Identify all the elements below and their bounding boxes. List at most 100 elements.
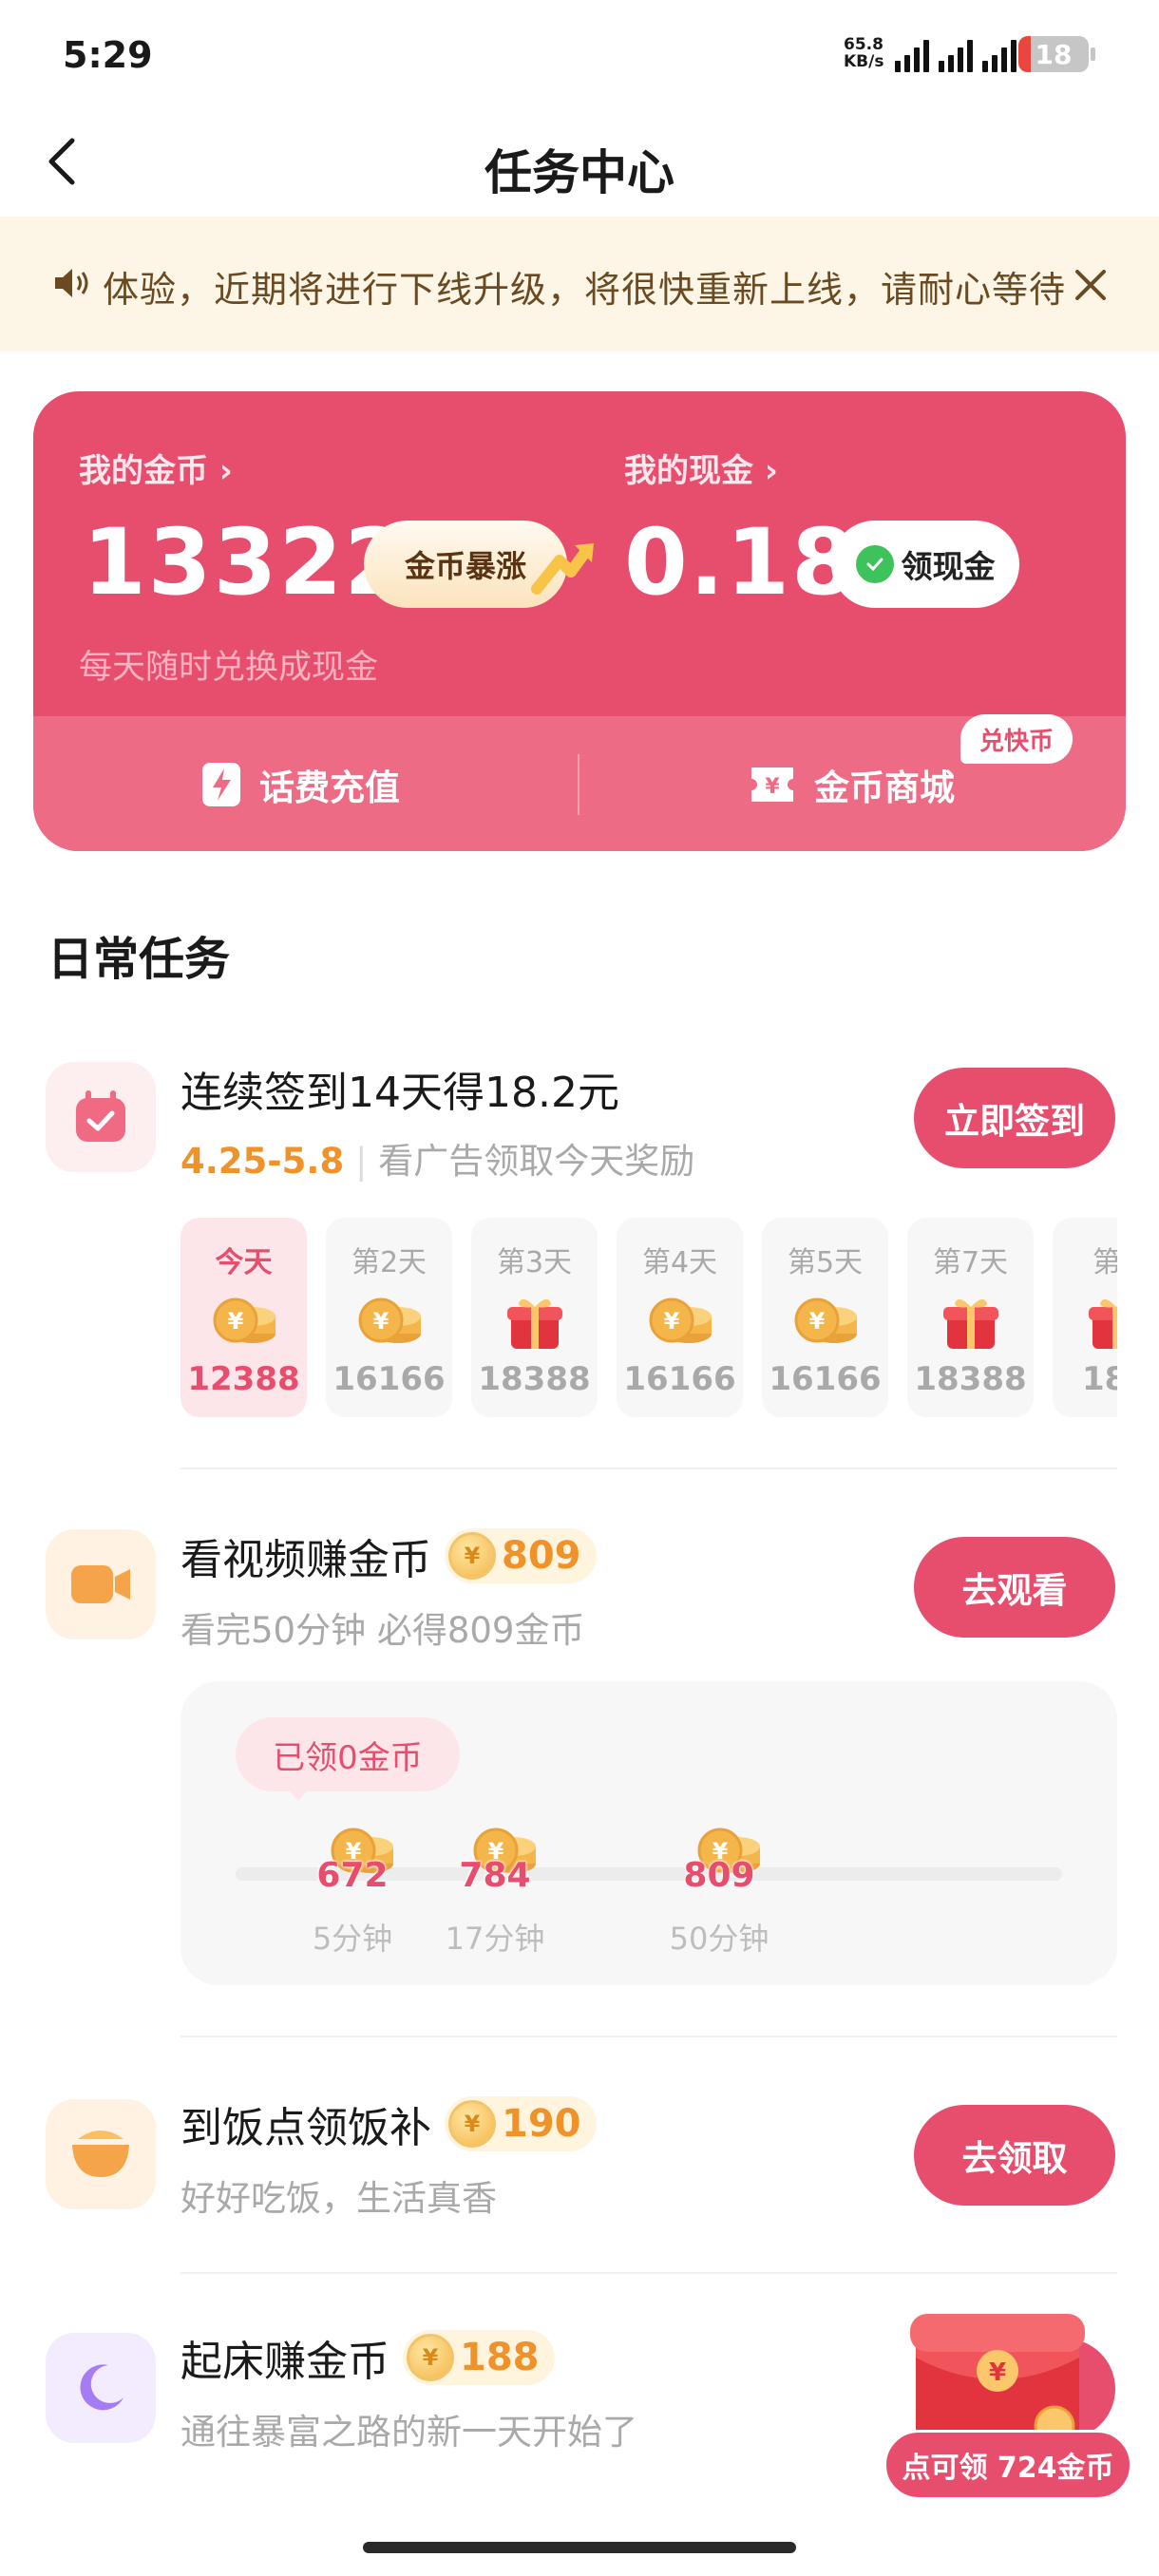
checkin-day-card: 第3天 18388 (471, 1218, 598, 1417)
svg-text:¥: ¥ (664, 1308, 680, 1335)
video-subtitle: 看完50分钟 必得809金币 (180, 1610, 585, 1651)
claim-cash-button[interactable]: 领现金 (831, 521, 1019, 608)
checkin-day-label: 第2天 (351, 1246, 428, 1279)
phone-recharge-button[interactable]: 话费充值 (200, 754, 400, 815)
wallet-card: 我的金币 › 13322 金币暴涨 我的现金 › 0.18 领现金 每天随时兑换… (33, 391, 1126, 851)
checkin-day-card: 第4天 ¥16166 (617, 1218, 743, 1417)
meal-title: 到饭点领饭补 (180, 2104, 431, 2152)
video-camera-icon (71, 1565, 130, 1603)
svg-text:¥: ¥ (765, 775, 780, 799)
divider (180, 2036, 1117, 2037)
checkin-day-value: 18388 (478, 1360, 591, 1398)
checkin-day-card: 第5天 ¥16166 (762, 1218, 888, 1417)
lightning-icon (202, 763, 240, 806)
chevron-right-icon: › (764, 452, 778, 490)
checkin-day-value: 18388 (914, 1360, 1027, 1398)
video-title-row: 看视频赚金币 ¥809 (180, 1525, 597, 1586)
checkin-day-label: 第1 (1092, 1246, 1117, 1279)
gift-icon (936, 1292, 1006, 1351)
network-speed-value: 65.8 (844, 35, 884, 54)
svg-text:¥: ¥ (373, 1308, 390, 1335)
checkin-subtitle: 4.25-5.8 | 看广告领取今天奖励 (180, 1141, 695, 1182)
moon-icon (80, 2364, 124, 2411)
my-cash-link[interactable]: 我的现金 › (624, 445, 778, 491)
floating-reward-label: 点可领 724金币 (884, 2430, 1132, 2500)
home-indicator[interactable] (363, 2542, 796, 2553)
mall-badge: 兑快币 (960, 714, 1073, 764)
checkin-day-label: 第4天 (641, 1246, 718, 1279)
claimed-bubble: 已领0金币 (236, 1717, 460, 1791)
svg-text:¥: ¥ (809, 1308, 826, 1335)
wake-reward-tag: ¥188 (403, 2330, 555, 2385)
checkin-title: 连续签到14天得18.2元 (180, 1069, 619, 1117)
floating-reward[interactable]: ¥ 点可领 724金币 (874, 2287, 1140, 2506)
checkin-subtitle-text: 看广告领取今天奖励 (378, 1141, 695, 1182)
video-task-icon (46, 1529, 156, 1639)
page-title: 任务中心 (484, 145, 674, 200)
checkin-day-value: 16166 (623, 1360, 736, 1398)
wechat-icon (855, 545, 894, 583)
network-speed-unit: KB/s (844, 52, 884, 71)
checkin-task-icon (46, 1062, 156, 1172)
rice-bowl-icon (72, 2131, 129, 2177)
wake-title-row: 起床赚金币 ¥188 (180, 2327, 555, 2388)
notice-text: 体验，近期将进行下线升级，将很快重新上线，请耐心等待 (103, 269, 1067, 311)
checkin-day-card: 今天 ¥12388 (180, 1218, 307, 1417)
meal-subtitle: 好好吃饭，生活真香 (180, 2178, 497, 2219)
wake-reward: 188 (460, 2336, 540, 2379)
arrow-up-icon (531, 543, 594, 595)
milestone-time: 5分钟 (312, 1921, 393, 1957)
claim-meal-button[interactable]: 去领取 (914, 2105, 1115, 2206)
my-coins-label: 我的金币 (79, 452, 208, 490)
checkin-day-label: 第5天 (787, 1246, 864, 1279)
checkin-days: 今天 ¥12388 第2天 ¥16166 第3天 18388 第4天 ¥16166 第5天 ¥16… (180, 1218, 1117, 1417)
network-speed: 65.8 KB/s (844, 36, 891, 70)
divider (180, 1468, 1117, 1469)
checkin-day-value: 183 (1082, 1360, 1117, 1398)
wallet-hint: 每天随时兑换成现金 (79, 649, 379, 687)
divider (578, 754, 580, 815)
checkin-day-label: 今天 (215, 1246, 273, 1279)
meal-task-icon (46, 2099, 156, 2209)
coins-value: 13322 (83, 509, 409, 616)
my-cash-label: 我的现金 (624, 452, 753, 490)
milestone-value: 672 (316, 1856, 389, 1895)
gift-icon (1081, 1292, 1117, 1351)
battery-level: 18 (1035, 39, 1073, 70)
close-icon[interactable] (1068, 262, 1113, 308)
meal-title-row: 到饭点领饭补 ¥190 (180, 2093, 597, 2154)
checkin-date-range: 4.25-5.8 (180, 1141, 345, 1182)
milestone-time: 17分钟 (445, 1921, 545, 1957)
checkin-day-card: 第2天 ¥16166 (326, 1218, 452, 1417)
checkin-day-value: 12388 (187, 1360, 300, 1398)
chevron-right-icon: › (218, 452, 233, 490)
video-reward: 809 (502, 1534, 581, 1578)
nav-bar: 任务中心 (0, 112, 1159, 217)
coin-icon: ¥ (407, 2334, 454, 2381)
section-title: 日常任务 (48, 933, 231, 986)
ticket-icon: ¥ (751, 767, 793, 802)
calendar-icon (76, 1090, 125, 1142)
watch-video-button[interactable]: 去观看 (914, 1537, 1115, 1638)
notice-banner: 体验，近期将进行下线升级，将很快重新上线，请耐心等待 (0, 217, 1159, 351)
claim-cash-label: 领现金 (901, 548, 996, 585)
signal-icon (895, 40, 1016, 72)
checkin-day-card: 第1 183 (1053, 1218, 1117, 1417)
milestone-value: 784 (459, 1856, 531, 1895)
coin-stack-icon: ¥ (354, 1292, 425, 1351)
video-reward-tag: ¥809 (445, 1528, 597, 1583)
checkin-day-card: 第7天 18388 (907, 1218, 1034, 1417)
checkin-day-label: 第7天 (932, 1246, 1009, 1279)
coin-mall-button[interactable]: ¥ 金币商城 (748, 754, 955, 815)
checkin-button[interactable]: 立即签到 (914, 1068, 1115, 1168)
coin-stack-icon: ¥ (790, 1292, 861, 1351)
svg-text:¥: ¥ (989, 2358, 1006, 2387)
checkin-day-value: 16166 (769, 1360, 882, 1398)
my-coins-link[interactable]: 我的金币 › (79, 445, 233, 491)
status-bar: 5:29 65.8 KB/s 18 (0, 0, 1159, 104)
coin-stack-icon: ¥ (645, 1292, 715, 1351)
meal-reward-tag: ¥190 (445, 2096, 597, 2151)
checkin-day-label: 第3天 (496, 1246, 573, 1279)
coin-stack-icon: ¥ (209, 1292, 279, 1351)
wake-task-icon (46, 2333, 156, 2443)
